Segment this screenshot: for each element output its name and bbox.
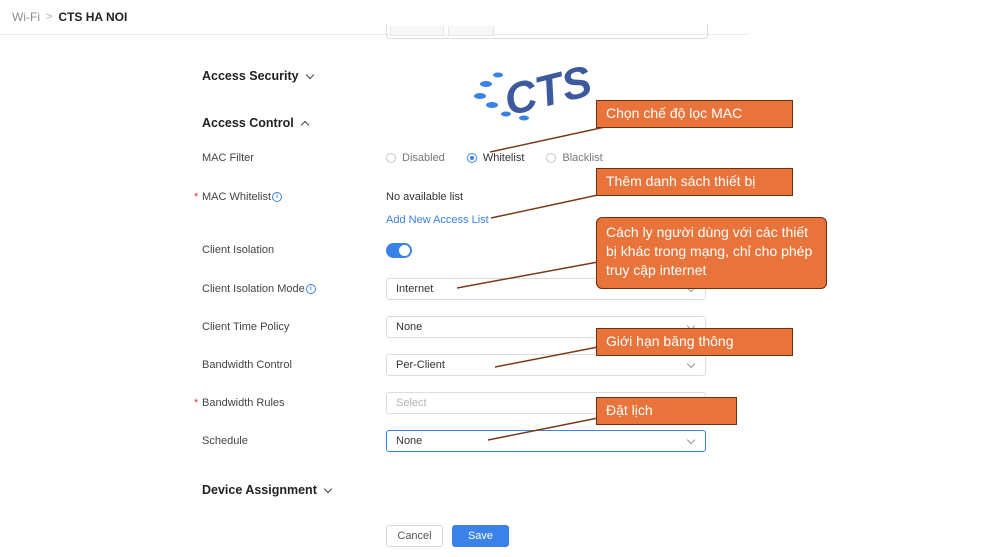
select-placeholder: Select	[396, 397, 427, 409]
section-title: Device Assignment	[202, 483, 317, 497]
mac-filter-label: MAC Filter	[202, 152, 254, 164]
radio-label: Disabled	[402, 152, 445, 164]
chevron-up-icon	[300, 120, 309, 129]
radio-icon	[546, 153, 557, 163]
save-button[interactable]: Save	[452, 525, 509, 547]
client-isolation-label: Client Isolation	[202, 244, 275, 256]
cts-logo: CTS	[474, 57, 597, 126]
add-new-access-list-link[interactable]: Add New Access List	[386, 214, 489, 226]
callout-mac-mode: Chọn chế độ lọc MAC	[596, 100, 793, 128]
mac-whitelist-label: * MAC Whitelist i	[194, 191, 283, 203]
breadcrumb: Wi-Fi > CTS HA NOI	[12, 10, 127, 24]
chevron-down-icon	[686, 435, 696, 445]
section-title: Access Control	[202, 116, 294, 130]
client-isolation-mode-label: Client Isolation Mode i	[202, 283, 316, 295]
field-label-text: MAC Whitelist	[202, 191, 272, 203]
field-label-text: Bandwidth Rules	[202, 397, 285, 409]
section-title: Access Security	[202, 69, 299, 83]
radio-blacklist[interactable]: Blacklist	[546, 152, 603, 164]
logo-text: CTS	[499, 57, 596, 126]
bandwidth-control-select[interactable]: Per-Client	[386, 354, 706, 376]
radio-icon	[386, 153, 396, 163]
info-icon[interactable]: i	[305, 284, 316, 294]
breadcrumb-parent[interactable]: Wi-Fi	[12, 10, 40, 24]
callout-pointer	[489, 126, 606, 153]
chevron-down-icon	[686, 359, 696, 369]
select-value: Per-Client	[396, 359, 445, 371]
select-value: Internet	[396, 283, 434, 295]
section-access-security[interactable]: Access Security	[202, 69, 314, 83]
callout-schedule: Đặt lịch	[596, 397, 737, 425]
schedule-label: Schedule	[202, 435, 248, 447]
required-asterisk: *	[194, 397, 199, 409]
callout-device-list: Thêm danh sách thiết bị	[596, 168, 793, 196]
bandwidth-rules-label: * Bandwidth Rules	[194, 397, 285, 409]
info-icon[interactable]: i	[272, 192, 283, 202]
mac-whitelist-value: No available list	[386, 191, 464, 203]
chevron-down-icon	[323, 484, 333, 493]
breadcrumb-current: CTS HA NOI	[58, 10, 128, 24]
client-isolation-toggle[interactable]	[386, 243, 412, 258]
callout-pointer	[490, 194, 599, 219]
callout-bandwidth: Giới hạn băng thông	[596, 328, 793, 356]
mac-filter-radio-group: Disabled Whitelist Blacklist	[386, 152, 625, 164]
callout-isolation: Cách ly người dùng với các thiết bị khác…	[596, 217, 827, 289]
radio-disabled[interactable]: Disabled	[386, 152, 445, 164]
radio-label: Whitelist	[482, 152, 525, 164]
section-device-assignment[interactable]: Device Assignment	[202, 483, 333, 497]
schedule-select[interactable]: None	[386, 430, 706, 452]
chevron-down-icon	[305, 70, 314, 79]
radio-whitelist[interactable]: Whitelist	[466, 152, 525, 164]
bandwidth-control-label: Bandwidth Control	[202, 359, 292, 371]
previous-field-tag	[390, 26, 444, 36]
chevron-right-icon: >	[45, 11, 53, 23]
field-label-text: Client Isolation Mode	[202, 283, 305, 295]
cancel-button[interactable]: Cancel	[386, 525, 443, 547]
required-asterisk: *	[194, 191, 199, 203]
select-value: None	[396, 435, 423, 447]
select-value: None	[396, 321, 423, 333]
section-access-control[interactable]: Access Control	[202, 116, 309, 130]
radio-checked-icon	[466, 153, 477, 163]
client-time-policy-label: Client Time Policy	[202, 321, 290, 333]
radio-label: Blacklist	[562, 152, 603, 164]
previous-field-tag	[448, 26, 494, 36]
